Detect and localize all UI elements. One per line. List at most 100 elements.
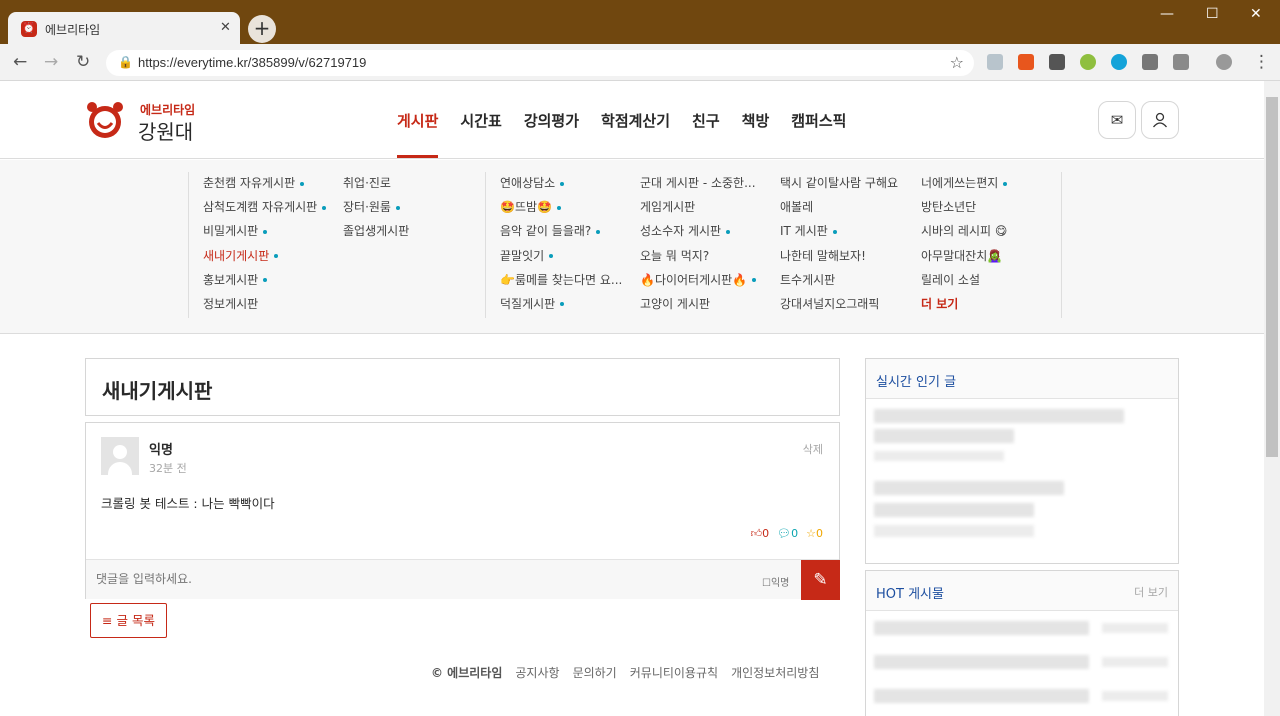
- blurred-post[interactable]: [874, 481, 1064, 495]
- delete-button[interactable]: 삭제: [803, 441, 823, 457]
- board-link[interactable]: IT 게시판: [780, 222, 898, 246]
- bookmark-star-icon[interactable]: ☆: [950, 53, 964, 72]
- footer-notice-link[interactable]: 공지사항: [515, 664, 559, 681]
- comment-input[interactable]: [96, 572, 696, 586]
- back-icon[interactable]: ←: [13, 52, 27, 72]
- address-bar[interactable]: 🔒 https://everytime.kr/385899/v/62719719…: [106, 50, 974, 76]
- board-link[interactable]: 졸업생게시판: [343, 222, 409, 246]
- board-link[interactable]: 덕질게시판: [500, 295, 622, 319]
- board-link[interactable]: 👉룸메를 찾는다면 요...: [500, 271, 622, 295]
- board-link[interactable]: 장터·원룸: [343, 198, 409, 222]
- board-link[interactable]: 정보게시판: [203, 295, 326, 319]
- board-link[interactable]: 택시 같이탈사람 구해요: [780, 174, 898, 198]
- menu-kebab-icon[interactable]: ⋮: [1253, 52, 1270, 72]
- board-link[interactable]: 홍보게시판: [203, 271, 326, 295]
- board-link[interactable]: 군대 게시판 - 소중한...: [640, 174, 756, 198]
- board-link[interactable]: 강대셔널지오그래픽: [780, 295, 898, 319]
- anonymous-checkbox[interactable]: ☐익명: [762, 574, 789, 589]
- board-link[interactable]: 취업·진로: [343, 174, 409, 198]
- extension-icon[interactable]: [1080, 54, 1096, 70]
- page-scrollbar[interactable]: [1264, 81, 1280, 716]
- footer-privacy-link[interactable]: 개인정보처리방침: [731, 664, 819, 681]
- vote-button[interactable]: 👍︎0: [751, 527, 770, 540]
- board-link[interactable]: 춘천캠 자유게시판: [203, 174, 326, 198]
- submenu-divider: [188, 172, 189, 318]
- realtime-popular-box: 실시간 인기 글: [865, 358, 1179, 564]
- comment-icon: 💬︎: [777, 527, 792, 540]
- submenu-column-6: 너에게쓰는편지 방탄소년단 시바의 레시피 😋 아무말대잔치🧟‍♀️ 릴레이 소…: [921, 174, 1007, 319]
- my-account-button[interactable]: [1141, 101, 1179, 139]
- board-link[interactable]: 트수게시판: [780, 271, 898, 295]
- submit-comment-button[interactable]: ✎: [801, 560, 840, 600]
- browser-tab[interactable]: ⏰ 에브리타임 ✕: [8, 12, 240, 46]
- close-window-icon[interactable]: ✕: [1250, 6, 1262, 22]
- board-link[interactable]: 나한테 말해보자!: [780, 247, 898, 271]
- hot-posts-more-link[interactable]: 더 보기: [1134, 584, 1168, 600]
- board-link[interactable]: 게임게시판: [640, 198, 756, 222]
- nav-board[interactable]: 게시판: [397, 110, 439, 158]
- extension-icon[interactable]: [1142, 54, 1158, 70]
- board-link[interactable]: 음악 같이 들을래?: [500, 222, 622, 246]
- board-link[interactable]: 🔥다이어터게시판🔥: [640, 271, 757, 295]
- blurred-post[interactable]: [1102, 657, 1168, 667]
- board-link[interactable]: 🤩뜨밤🤩: [500, 198, 622, 222]
- alarm-clock-logo-icon[interactable]: [85, 100, 125, 140]
- logo-school-name[interactable]: 강원대: [138, 116, 193, 145]
- board-title[interactable]: 새내기게시판: [102, 375, 212, 404]
- board-link[interactable]: 시바의 레시피 😋: [921, 222, 1007, 246]
- tab-title: 에브리타임: [45, 23, 101, 37]
- board-link[interactable]: 끝말잇기: [500, 247, 622, 271]
- footer-rules-link[interactable]: 커뮤니티이용규칙: [630, 664, 718, 681]
- board-link[interactable]: 릴레이 소설: [921, 271, 1007, 295]
- extension-icon[interactable]: [987, 54, 1003, 70]
- profile-avatar[interactable]: [1216, 54, 1232, 70]
- nav-lecture-review[interactable]: 강의평가: [524, 110, 579, 158]
- minimize-icon[interactable]: —: [1160, 6, 1174, 22]
- blurred-post[interactable]: [874, 409, 1124, 423]
- url-text[interactable]: https://everytime.kr/385899/v/62719719: [138, 55, 366, 70]
- scrollbar-thumb[interactable]: [1266, 97, 1278, 457]
- new-tab-button[interactable]: +: [248, 15, 276, 43]
- blurred-post[interactable]: [874, 451, 1004, 461]
- blurred-post[interactable]: [874, 689, 1089, 703]
- board-link[interactable]: 애볼레: [780, 198, 898, 222]
- hot-posts-title[interactable]: HOT 게시물: [876, 583, 944, 602]
- board-link[interactable]: 오늘 뭐 먹지?: [640, 247, 756, 271]
- nav-gpa-calculator[interactable]: 학점계산기: [601, 110, 670, 158]
- message-button[interactable]: ✉: [1098, 101, 1136, 139]
- blurred-post[interactable]: [874, 525, 1034, 537]
- blurred-post[interactable]: [1102, 691, 1168, 701]
- board-link[interactable]: 성소수자 게시판: [640, 222, 756, 246]
- reload-icon[interactable]: ↻: [76, 52, 90, 72]
- footer-inquiry-link[interactable]: 문의하기: [573, 664, 617, 681]
- nav-friends[interactable]: 친구: [692, 110, 720, 158]
- extension-icon[interactable]: [1049, 54, 1065, 70]
- blurred-post[interactable]: [874, 621, 1089, 635]
- board-link[interactable]: 아무말대잔치🧟‍♀️: [921, 247, 1007, 271]
- forward-icon[interactable]: →: [44, 52, 58, 72]
- scrap-button[interactable]: ☆0: [806, 527, 823, 540]
- board-link[interactable]: 고양이 게시판: [640, 295, 756, 319]
- board-link[interactable]: 연애상담소: [500, 174, 622, 198]
- article-list-button[interactable]: ≡ 글 목록: [90, 603, 167, 638]
- board-link[interactable]: 너에게쓰는편지: [921, 174, 1008, 198]
- blurred-post[interactable]: [874, 503, 1034, 517]
- blurred-post[interactable]: [874, 429, 1014, 443]
- board-link[interactable]: 비밀게시판: [203, 222, 326, 246]
- blurred-post[interactable]: [874, 655, 1089, 669]
- blurred-post[interactable]: [1102, 623, 1168, 633]
- extension-icon[interactable]: [1111, 54, 1127, 70]
- maximize-icon[interactable]: ☐: [1206, 6, 1219, 22]
- board-link-active[interactable]: 새내기게시판: [203, 247, 326, 271]
- extension-icon[interactable]: [1173, 54, 1189, 70]
- extension-icon[interactable]: [1018, 54, 1034, 70]
- more-boards-link[interactable]: 더 보기: [921, 295, 1007, 319]
- nav-timetable[interactable]: 시간표: [460, 110, 501, 158]
- nav-campuspick[interactable]: 캠퍼스픽: [791, 110, 846, 158]
- board-link[interactable]: 방탄소년단: [921, 198, 1007, 222]
- close-tab-icon[interactable]: ✕: [220, 20, 231, 35]
- hot-posts-header: HOT 게시물 더 보기: [866, 571, 1178, 611]
- nav-bookstore[interactable]: 책방: [742, 110, 770, 158]
- board-link[interactable]: 삼척도계캠 자유게시판: [203, 198, 327, 222]
- realtime-popular-title[interactable]: 실시간 인기 글: [876, 371, 956, 390]
